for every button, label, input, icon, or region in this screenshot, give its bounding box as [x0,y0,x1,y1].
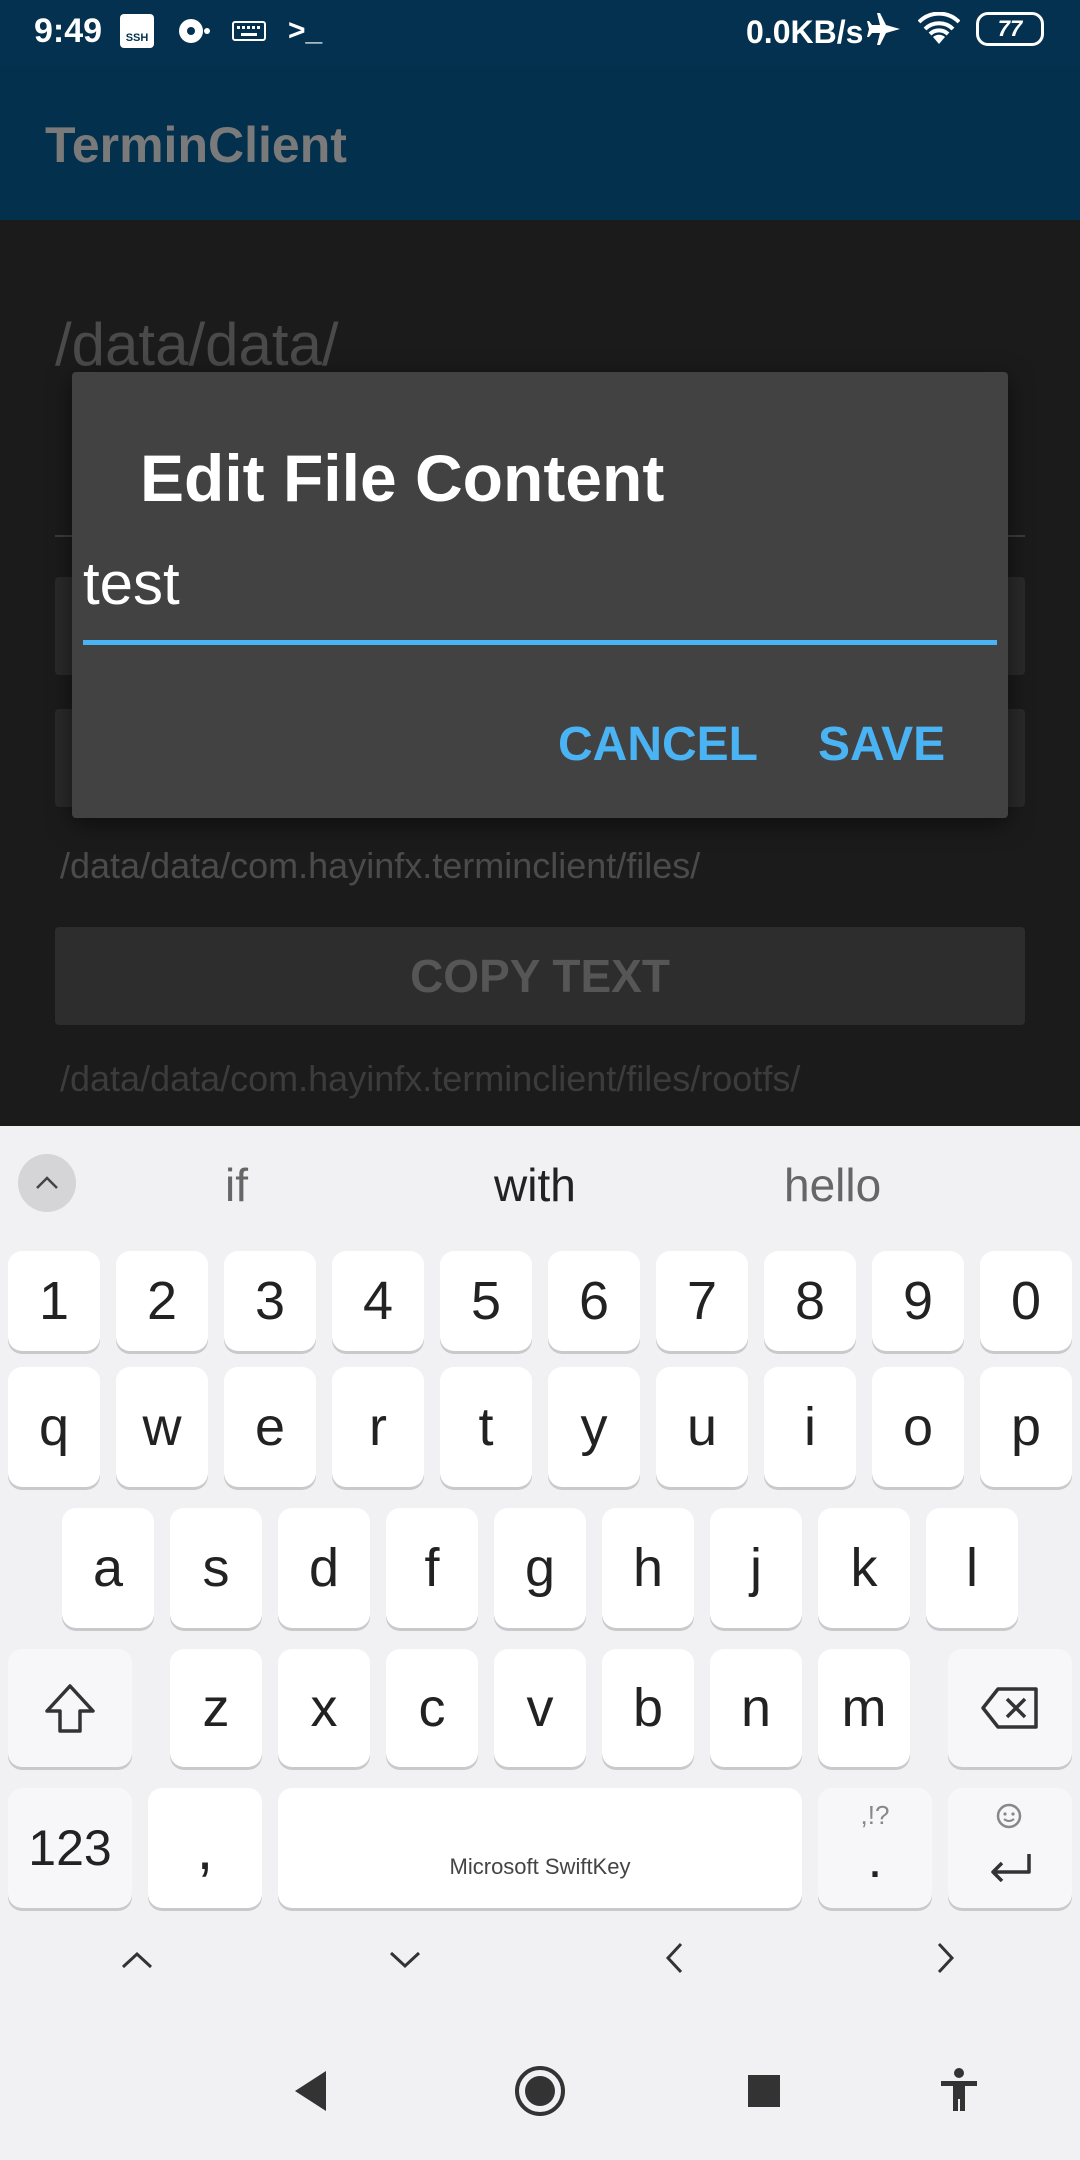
letter-key-s[interactable]: s [170,1508,262,1628]
letter-key-h[interactable]: h [602,1508,694,1628]
letter-key-k[interactable]: k [818,1508,910,1628]
letter-key-v[interactable]: v [494,1649,586,1767]
period-key[interactable]: ,!? . [818,1788,932,1908]
letter-key-q[interactable]: q [8,1367,100,1487]
file-content-input[interactable]: test [83,552,997,616]
period-alternates: ,!? [860,1800,890,1830]
number-key-3[interactable]: 3 [224,1251,316,1351]
letter-key-w[interactable]: w [116,1367,208,1487]
airplane-icon [866,12,902,46]
disc-icon [176,14,210,48]
chevron-up-icon[interactable] [18,1154,76,1212]
chevron-down-icon[interactable] [387,1950,423,1970]
emoji-icon [996,1803,1022,1829]
home-icon[interactable] [513,2064,567,2118]
letter-key-e[interactable]: e [224,1367,316,1487]
letter-key-u[interactable]: u [656,1367,748,1487]
shift-key[interactable] [8,1649,132,1767]
app-bar: TerminClient [0,66,1080,220]
number-key-4[interactable]: 4 [332,1251,424,1351]
suggestion-2[interactable]: with [494,1158,576,1212]
number-key-1[interactable]: 1 [8,1251,100,1351]
letter-key-d[interactable]: d [278,1508,370,1628]
system-icons: 77 [866,12,1044,46]
chevron-up-icon[interactable] [119,1950,155,1970]
letter-key-m[interactable]: m [818,1649,910,1767]
number-key-6[interactable]: 6 [548,1251,640,1351]
number-key-7[interactable]: 7 [656,1251,748,1351]
back-icon[interactable] [292,2069,330,2113]
period-label: . [867,1829,883,1889]
space-label: Microsoft SwiftKey [449,1854,631,1879]
letter-key-a[interactable]: a [62,1508,154,1628]
cancel-button[interactable]: CANCEL [558,717,758,772]
letter-key-p[interactable]: p [980,1367,1072,1487]
files-path: /data/data/com.hayinfx.terminclient/file… [60,845,701,886]
letter-key-r[interactable]: r [332,1367,424,1487]
letter-key-t[interactable]: t [440,1367,532,1487]
letter-key-f[interactable]: f [386,1508,478,1628]
number-key-8[interactable]: 8 [764,1251,856,1351]
letter-key-z[interactable]: z [170,1649,262,1767]
letter-key-b[interactable]: b [602,1649,694,1767]
keyboard: if with hello 1234567890qwertyuiopasdfgh… [0,1126,1080,2160]
accessibility-icon[interactable] [939,2067,979,2113]
letter-key-g[interactable]: g [494,1508,586,1628]
letter-key-l[interactable]: l [926,1508,1018,1628]
chevron-left-icon[interactable] [664,1940,684,1976]
status-time: 9:49 [34,12,103,50]
edit-file-dialog: Edit File Content test CANCEL SAVE [72,372,1008,818]
terminal-icon: >_ [288,14,323,47]
enter-icon [991,1854,1031,1882]
backspace-icon [981,1687,1038,1729]
suggestion-1[interactable]: if [225,1158,248,1212]
suggestion-bar: if with hello [0,1126,1080,1240]
letter-key-x[interactable]: x [278,1649,370,1767]
enter-key[interactable] [948,1788,1072,1908]
number-key-9[interactable]: 9 [872,1251,964,1351]
input-underline [83,640,997,645]
recents-icon[interactable] [746,2073,782,2109]
space-key[interactable]: Microsoft SwiftKey [278,1788,802,1908]
letter-key-c[interactable]: c [386,1649,478,1767]
ssh-icon: SSH [120,14,154,48]
comma-key[interactable]: , [148,1788,262,1908]
shift-icon [45,1684,95,1733]
wifi-icon [918,12,960,46]
letter-key-i[interactable]: i [764,1367,856,1487]
battery-icon: 77 [976,12,1044,46]
letter-key-y[interactable]: y [548,1367,640,1487]
letter-key-o[interactable]: o [872,1367,964,1487]
status-bar: 9:49 SSH >_ 0.0KB/s 77 [0,0,1080,66]
symbols-key[interactable]: 123 [8,1788,132,1908]
suggestion-3[interactable]: hello [784,1158,881,1212]
backspace-key[interactable] [948,1649,1072,1767]
letter-key-n[interactable]: n [710,1649,802,1767]
number-key-2[interactable]: 2 [116,1251,208,1351]
dialog-title: Edit File Content [140,441,665,515]
notification-icons: SSH >_ [120,14,322,48]
number-key-0[interactable]: 0 [980,1251,1072,1351]
letter-key-j[interactable]: j [710,1508,802,1628]
copy-text-button: COPY TEXT [55,927,1025,1025]
save-button[interactable]: SAVE [818,717,945,772]
number-key-5[interactable]: 5 [440,1251,532,1351]
app-title: TerminClient [45,117,347,173]
keyboard-icon [232,14,266,48]
network-speed: 0.0KB/s [746,14,864,50]
chevron-right-icon[interactable] [936,1940,956,1976]
rootfs-path: /data/data/com.hayinfx.terminclient/file… [60,1058,801,1099]
